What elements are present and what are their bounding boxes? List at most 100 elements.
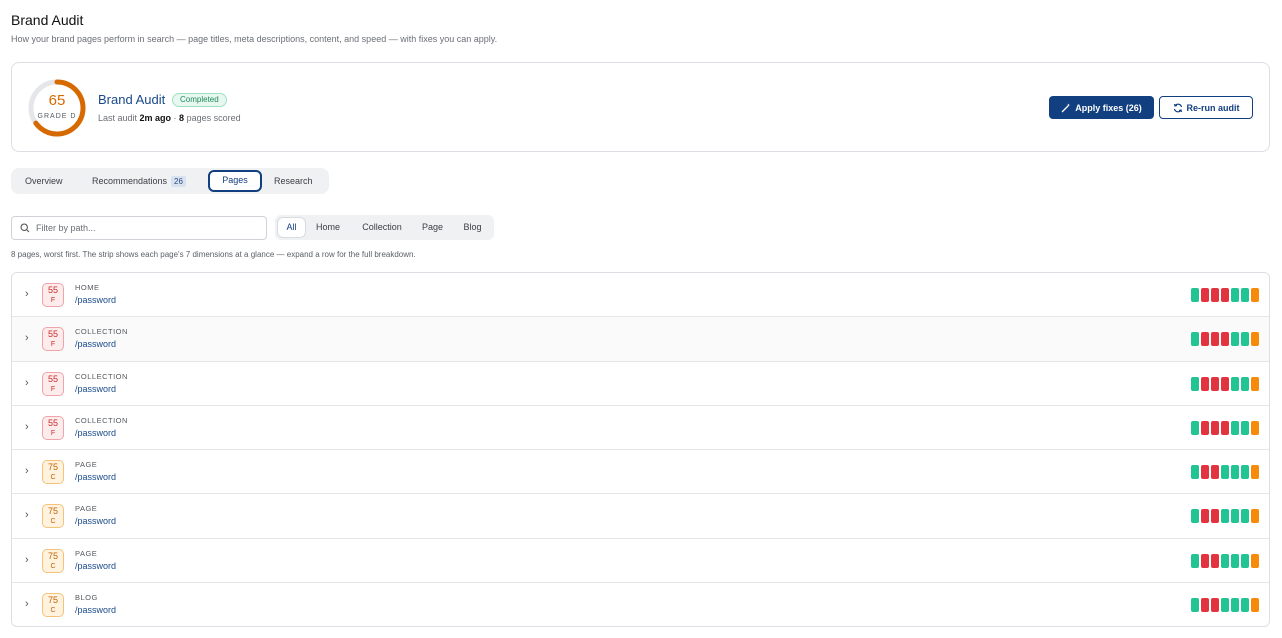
dimension-strip [1191, 509, 1259, 524]
page-row[interactable]: › 55 F HOME/password [12, 273, 1269, 318]
page-row[interactable]: › 75 C PAGE/password [12, 450, 1269, 495]
dimension-warn-segment [1251, 553, 1259, 568]
page-type-label: HOME [75, 283, 100, 292]
page-row[interactable]: › 75 C PAGE/password [12, 538, 1269, 584]
status-badge: Completed [172, 93, 227, 107]
dimension-good-segment [1241, 598, 1249, 613]
page-path-link[interactable]: /password [75, 384, 116, 394]
page-type-label: PAGE [75, 548, 98, 558]
dimension-warn-segment [1251, 465, 1259, 480]
page-path-link[interactable]: /password [75, 339, 116, 349]
tab-recommendations[interactable]: Recommendations 26 [92, 171, 186, 191]
page-path-link[interactable]: /password [75, 295, 116, 305]
filter-page[interactable]: Page [418, 218, 447, 237]
dimension-good-segment [1241, 288, 1249, 302]
dimension-good-segment [1191, 465, 1199, 480]
tab-recommendations-label: Recommendations [92, 176, 168, 186]
dimension-good-segment [1241, 332, 1249, 347]
dimension-warn-segment [1251, 332, 1259, 347]
filter-collection[interactable]: Collection [355, 218, 409, 237]
dimension-strip [1191, 288, 1259, 302]
dimension-warn-segment [1251, 598, 1259, 613]
dimension-bad-segment [1211, 598, 1219, 613]
meta-suffix: pages scored [184, 113, 241, 123]
rerun-audit-button[interactable]: Re-run audit [1159, 96, 1253, 119]
page-path-link[interactable]: /password [75, 472, 116, 482]
dimension-good-segment [1241, 553, 1249, 568]
filter-all[interactable]: All [278, 218, 305, 237]
page-row[interactable]: › 75 C PAGE/password [12, 494, 1269, 539]
page-row[interactable]: › 55 F COLLECTION/password [12, 405, 1269, 451]
page-score-value: 55 [47, 329, 58, 340]
meta-separator: · [171, 113, 180, 123]
audit-name: Brand Audit [98, 92, 166, 107]
page-row[interactable]: › 55 F COLLECTION/password [12, 317, 1269, 362]
meta-prefix: Last audit [98, 113, 140, 123]
page-score-badge: 75 C [42, 593, 64, 618]
tab-bar: Overview Recommendations 26 Pages Researc… [11, 168, 329, 194]
dimension-bad-segment [1201, 509, 1209, 524]
page-score-grade: F [50, 429, 56, 437]
page-row[interactable]: › 75 C BLOG/password [12, 583, 1269, 626]
dimension-bad-segment [1221, 420, 1229, 435]
page-score-grade: F [50, 297, 56, 304]
dimension-strip [1191, 420, 1259, 435]
page-subtitle: How your brand pages perform in search —… [11, 34, 498, 44]
apply-fixes-label: Apply fixes (26) [1075, 102, 1142, 113]
dimension-bad-segment [1201, 376, 1209, 391]
dimension-good-segment [1191, 376, 1199, 391]
page-path-link[interactable]: /password [75, 516, 116, 526]
page-score-grade: F [50, 341, 56, 349]
page-score-grade: C [50, 518, 56, 526]
dimension-bad-segment [1201, 553, 1209, 568]
page-row[interactable]: › 55 F COLLECTION/password [12, 361, 1269, 406]
dimension-good-segment [1221, 598, 1229, 613]
chevron-right-icon[interactable]: › [25, 510, 29, 521]
apply-fixes-button[interactable]: Apply fixes (26) [1049, 96, 1154, 119]
chevron-right-icon[interactable]: › [25, 599, 29, 610]
page-path-link[interactable]: /password [75, 605, 116, 615]
page-type-label: COLLECTION [75, 415, 128, 425]
dimension-warn-segment [1251, 509, 1259, 524]
chevron-right-icon[interactable]: › [25, 466, 29, 477]
dimension-good-segment [1191, 598, 1199, 613]
chevron-right-icon[interactable]: › [25, 333, 29, 344]
tab-research[interactable]: Research [274, 171, 313, 191]
page-type-label: PAGE [75, 504, 98, 514]
dimension-warn-segment [1251, 376, 1259, 391]
page-path-link[interactable]: /password [75, 561, 116, 571]
chevron-right-icon[interactable]: › [25, 554, 29, 566]
dimension-good-segment [1231, 553, 1239, 568]
chevron-right-icon[interactable]: › [25, 377, 29, 389]
page-score-badge: 55 F [42, 283, 64, 307]
score-value: 65 [48, 92, 66, 109]
dimension-good-segment [1231, 288, 1239, 302]
dimension-good-segment [1241, 509, 1249, 524]
dimension-bad-segment [1201, 332, 1209, 347]
filter-home[interactable]: Home [311, 218, 345, 237]
meta-time: 2m ago [139, 113, 172, 123]
path-filter-input[interactable] [36, 220, 261, 236]
chevron-right-icon[interactable]: › [25, 421, 29, 433]
page-score-value: 75 [47, 462, 58, 473]
dimension-bad-segment [1211, 420, 1219, 435]
tab-overview[interactable]: Overview [25, 171, 63, 191]
filter-blog[interactable]: Blog [459, 218, 486, 237]
list-hint: 8 pages, worst first. The strip shows ea… [11, 250, 416, 259]
page-type-label: BLOG [75, 593, 98, 603]
page-score-grade: C [50, 607, 56, 615]
dimension-warn-segment [1251, 288, 1259, 302]
page-score-value: 55 [47, 373, 58, 384]
page-score-value: 75 [47, 506, 58, 517]
magic-wand-icon [1061, 103, 1071, 112]
dimension-bad-segment [1201, 465, 1209, 480]
dimension-strip [1191, 553, 1259, 568]
page-score-badge: 75 C [42, 460, 64, 485]
page-path-link[interactable]: /password [75, 428, 116, 438]
dimension-bad-segment [1221, 288, 1229, 302]
page-score-value: 75 [47, 595, 58, 606]
tab-pages[interactable]: Pages [208, 170, 262, 192]
dimension-good-segment [1191, 553, 1199, 568]
chevron-right-icon[interactable]: › [25, 289, 29, 300]
dimension-good-segment [1221, 465, 1229, 480]
